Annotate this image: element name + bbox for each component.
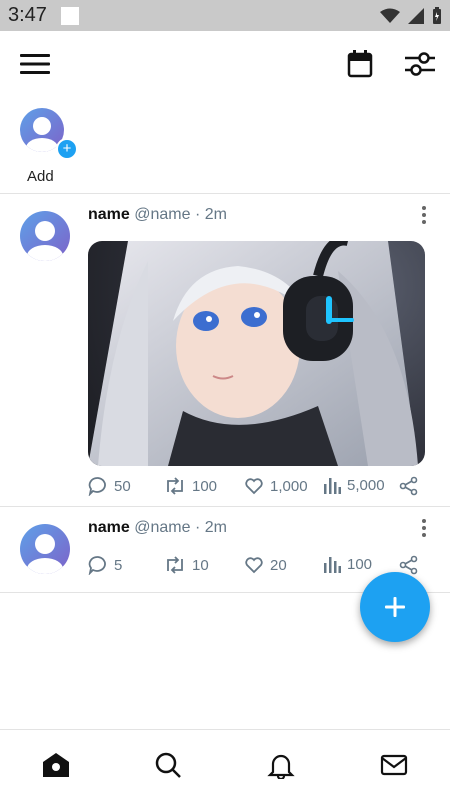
heart-icon <box>245 478 263 495</box>
status-icons <box>380 6 442 25</box>
author-handle: @name <box>134 519 191 536</box>
reply-icon <box>88 556 106 575</box>
views-count: 100 <box>347 555 373 573</box>
reply-button[interactable]: 5 <box>88 555 122 575</box>
hamburger-menu-icon[interactable] <box>18 49 52 79</box>
plus-badge-icon: + <box>56 138 78 160</box>
reply-icon <box>88 477 106 496</box>
add-story-button[interactable]: + <box>18 108 78 160</box>
like-button[interactable]: 20 <box>244 555 287 575</box>
bar-chart-icon <box>324 478 341 494</box>
post-actions: 50 100 1,000 5,000 <box>88 476 428 500</box>
nav-search[interactable] <box>153 750 183 780</box>
more-options-icon[interactable] <box>415 519 433 537</box>
post-image[interactable] <box>88 241 425 466</box>
nav-notifications[interactable] <box>266 750 296 780</box>
share-icon <box>399 476 418 496</box>
bar-chart-icon <box>324 557 341 573</box>
status-bar: 3:47 <box>0 0 450 31</box>
anime-girl-illustration <box>88 241 418 466</box>
retweet-button[interactable]: 10 <box>164 555 209 575</box>
views-button[interactable]: 100 <box>323 555 372 573</box>
status-time: 3:47 <box>8 4 47 26</box>
views-button[interactable]: 5,000 <box>323 476 385 494</box>
add-story-label: Add <box>27 168 54 185</box>
mail-icon <box>380 754 408 776</box>
calendar-icon[interactable] <box>344 48 376 80</box>
heart-icon <box>245 557 263 574</box>
nav-messages[interactable] <box>379 750 409 780</box>
share-button[interactable] <box>399 476 419 496</box>
avatar[interactable] <box>20 524 70 574</box>
search-icon <box>155 752 181 778</box>
like-count: 1,000 <box>270 477 308 495</box>
home-icon <box>43 753 69 777</box>
plus-icon <box>385 597 405 617</box>
retweet-icon <box>167 477 183 495</box>
post-header: name @name · 2m <box>88 206 227 224</box>
more-options-icon[interactable] <box>415 206 433 224</box>
battery-icon <box>433 6 441 24</box>
bell-icon <box>267 754 295 779</box>
stories-row: + <box>0 98 450 194</box>
post-time: 2m <box>204 206 227 223</box>
notification-indicator <box>60 6 79 25</box>
retweet-button[interactable]: 100 <box>164 476 217 496</box>
author-name[interactable]: name <box>88 206 130 223</box>
reply-count: 50 <box>114 477 131 495</box>
reply-button[interactable]: 50 <box>88 476 131 496</box>
author-name[interactable]: name <box>88 519 130 536</box>
retweet-icon <box>167 556 183 574</box>
separator: · <box>194 206 201 223</box>
avatar[interactable] <box>20 211 70 261</box>
signal-icon <box>408 7 424 24</box>
reply-count: 5 <box>114 556 123 574</box>
post-time: 2m <box>204 519 227 536</box>
retweet-count: 10 <box>192 556 209 574</box>
post-header: name @name · 2m <box>88 519 227 537</box>
like-button[interactable]: 1,000 <box>244 476 308 496</box>
sliders-icon[interactable] <box>403 48 437 80</box>
like-count: 20 <box>270 556 287 574</box>
post-actions: 5 10 20 100 <box>88 555 428 579</box>
top-app-bar <box>0 31 450 98</box>
compose-button[interactable] <box>360 572 430 642</box>
nav-home[interactable] <box>41 750 71 780</box>
retweet-count: 100 <box>192 477 218 495</box>
wifi-icon <box>380 8 400 23</box>
author-handle: @name <box>134 206 191 223</box>
bottom-navigation <box>0 729 450 801</box>
separator: · <box>194 519 201 536</box>
views-count: 5,000 <box>347 476 385 494</box>
